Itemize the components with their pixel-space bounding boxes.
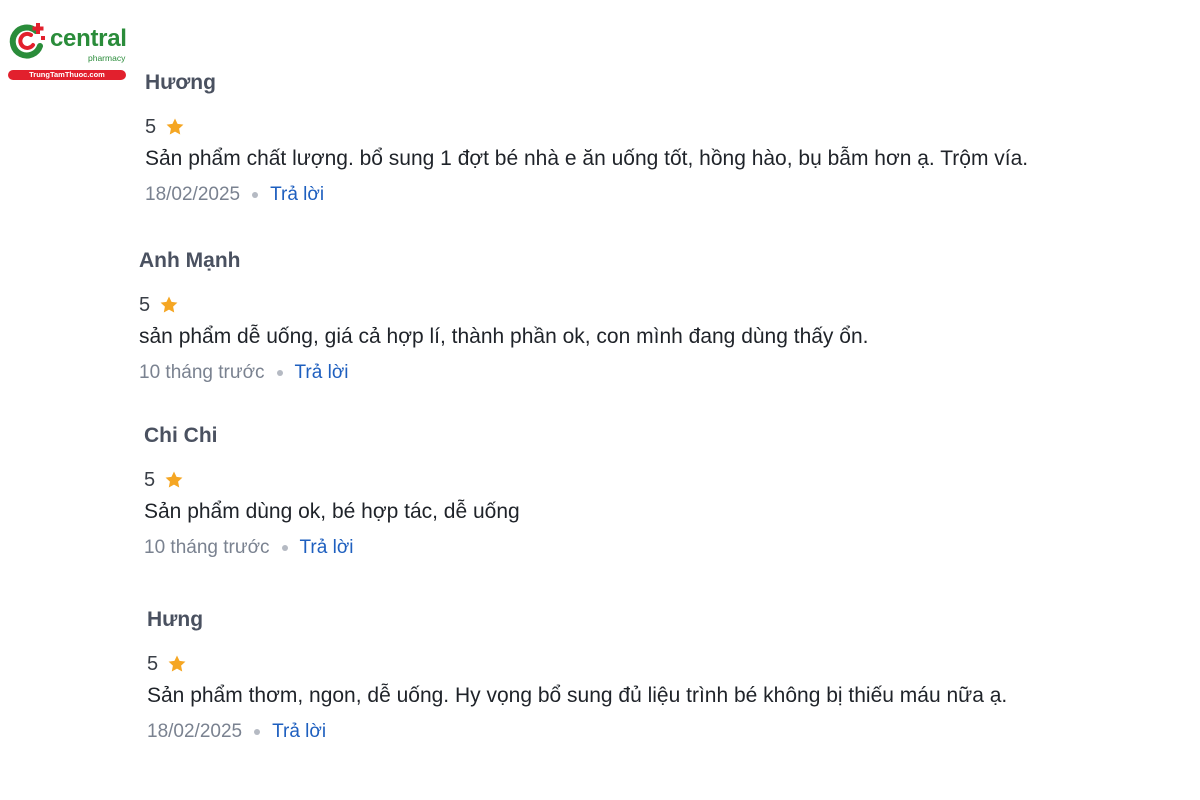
review-item: Chi Chi 5 Sản phẩm dùng ok, bé hợp tác, … (144, 423, 1144, 560)
star-icon (166, 118, 184, 135)
reply-button[interactable]: Trả lời (295, 361, 349, 385)
review-item: Anh Mạnh 5 sản phẩm dễ uống, giá cả hợp … (139, 248, 1139, 385)
review-text: sản phẩm dễ uống, giá cả hợp lí, thành p… (139, 325, 869, 348)
review-meta: 18/02/2025 Trả lời (147, 720, 1147, 744)
reviewer-name: Hưng (147, 608, 204, 631)
review-text: Sản phẩm thơm, ngon, dễ uống. Hy vọng bổ… (147, 684, 1008, 707)
rating-value: 5 (147, 653, 159, 675)
star-icon (160, 296, 178, 313)
reviewer-name: Chi Chi (144, 424, 218, 447)
reply-button[interactable]: Trả lời (272, 720, 326, 744)
rating-value: 5 (139, 294, 151, 316)
rating: 5 (144, 468, 1144, 492)
separator-dot (252, 192, 259, 198)
review-date: 10 tháng trước (139, 362, 265, 383)
star-icon (168, 655, 186, 672)
reply-button[interactable]: Trả lời (300, 536, 354, 560)
review-meta: 10 tháng trước Trả lời (144, 536, 1144, 560)
reply-button[interactable]: Trả lời (270, 183, 324, 207)
review-item: Hương 5 Sản phẩm chất lượng. bổ sung 1 đ… (145, 70, 1145, 207)
star-icon (165, 471, 183, 488)
review-text: Sản phẩm chất lượng. bổ sung 1 đợt bé nh… (145, 147, 1029, 170)
logo-sub-text: pharmacy (88, 53, 126, 63)
rating-value: 5 (144, 469, 156, 491)
reviewer-name: Hương (145, 71, 216, 94)
separator-dot (276, 370, 283, 376)
separator-dot (254, 729, 261, 735)
rating: 5 (139, 293, 1139, 317)
review-item: Hưng 5 Sản phẩm thơm, ngon, dễ uống. Hy … (147, 607, 1147, 744)
review-meta: 18/02/2025 Trả lời (145, 183, 1145, 207)
logo-url-badge: TrungTamThuoc.com (8, 70, 126, 80)
logo-brand-text: central (50, 25, 127, 52)
review-meta: 10 tháng trước Trả lời (139, 361, 1139, 385)
rating: 5 (147, 652, 1147, 676)
review-date: 18/02/2025 (147, 721, 243, 742)
review-text: Sản phẩm dùng ok, bé hợp tác, dễ uống (144, 500, 520, 523)
review-date: 18/02/2025 (145, 184, 241, 205)
pharmacy-logo-icon (9, 23, 45, 59)
rating-value: 5 (145, 116, 157, 138)
rating: 5 (145, 115, 1145, 139)
review-date: 10 tháng trước (144, 537, 270, 558)
separator-dot (281, 545, 288, 551)
central-pharmacy-logo[interactable]: central pharmacy TrungTamThuoc.com (6, 20, 130, 82)
reviewer-name: Anh Mạnh (139, 249, 241, 272)
